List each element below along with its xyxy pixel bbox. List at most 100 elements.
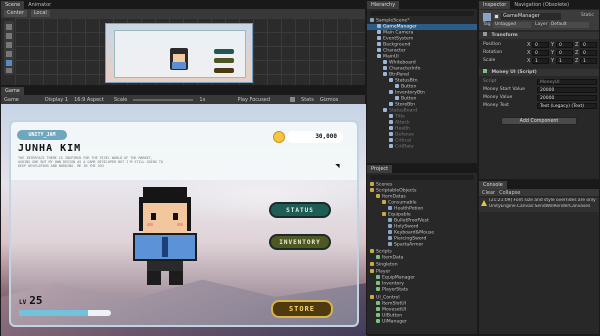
hierarchy-panel: Hierarchy SampleScene* GameManager Main …: [366, 0, 478, 164]
folder-icon: [376, 194, 380, 198]
aspect-select[interactable]: 16:9 Aspect: [74, 97, 104, 103]
console-toolbar: Clear Collapse: [479, 189, 599, 196]
tab-project[interactable]: Project: [367, 165, 393, 173]
tab-game[interactable]: Game: [1, 87, 24, 95]
player-name: JUNHA KIM: [18, 143, 82, 154]
scale-value: 1x: [199, 96, 206, 103]
project-item[interactable]: PlayerStats: [367, 287, 477, 293]
inventory-button[interactable]: INVENTORY: [269, 234, 331, 250]
add-component-button[interactable]: Add Component: [501, 117, 577, 125]
money-start-field[interactable]: 20000: [537, 87, 597, 93]
transform-tool-icon[interactable]: [6, 68, 12, 73]
tag-select[interactable]: Untagged: [493, 22, 531, 28]
position-x-field[interactable]: 0: [532, 42, 549, 48]
gameobject-icon: [377, 36, 381, 40]
game-toolbar: Game Display 1 16:9 Aspect Scale 1x Play…: [1, 95, 365, 104]
rotation-x-field[interactable]: 0: [532, 50, 549, 56]
level-prefix: LV: [19, 299, 27, 306]
xp-bar-fill: [19, 310, 88, 316]
script-icon: [376, 301, 380, 305]
transform-icon: [483, 32, 487, 36]
tab-animator[interactable]: Animator: [24, 1, 56, 9]
money-ui-header[interactable]: Money UI (Script): [479, 69, 599, 76]
rect-tool-icon[interactable]: [6, 60, 12, 66]
asset-icon: [388, 230, 392, 234]
project-item[interactable]: Singleton: [367, 262, 477, 268]
hierarchy-item[interactable]: CritRate: [367, 144, 477, 150]
console-message[interactable]: [21:21:09] Font size and style overrides…: [479, 198, 599, 212]
xp-bar: [19, 310, 111, 316]
object-name-field[interactable]: GameManager: [501, 13, 561, 20]
rotation-z-field[interactable]: 0: [580, 50, 597, 56]
tab-scene[interactable]: Scene: [1, 1, 25, 9]
game-mode-select[interactable]: Game: [4, 97, 19, 103]
pivot-center-button[interactable]: Center: [4, 10, 27, 17]
transform-title: Transform: [491, 33, 518, 38]
transform-header[interactable]: Transform: [479, 32, 599, 39]
active-checkbox[interactable]: [494, 14, 499, 19]
project-panel: Project Scenes ScriptableObjects ItemDat…: [366, 164, 478, 335]
script-icon: [376, 255, 380, 259]
project-item[interactable]: ItemData: [367, 255, 477, 261]
script-icon: [376, 313, 380, 317]
collapse-button[interactable]: Collapse: [499, 190, 520, 196]
gameobject-icon: [383, 66, 387, 70]
gameobject-icon: [395, 96, 399, 100]
tab-inspector[interactable]: Inspector: [479, 1, 511, 9]
pivot-local-button[interactable]: Local: [30, 10, 50, 17]
position-y-field[interactable]: 0: [556, 42, 573, 48]
folder-icon: [370, 182, 374, 186]
script-icon: [376, 281, 380, 285]
store-button[interactable]: STORE: [271, 300, 333, 318]
console-message-line2: UnityEngine.Canvas:SendWillRenderCanvase…: [489, 204, 591, 209]
gold-amount: 30,000: [315, 133, 337, 140]
warning-icon: [481, 200, 487, 206]
tab-hierarchy[interactable]: Hierarchy: [367, 1, 400, 9]
scale-slider[interactable]: [133, 98, 194, 101]
folder-icon: [370, 295, 374, 299]
position-z-field[interactable]: 0: [580, 42, 597, 48]
folder-icon: [382, 212, 386, 216]
rotate-tool-icon[interactable]: [6, 42, 12, 48]
static-toggle[interactable]: Static: [581, 13, 594, 18]
money-ui-title: Money UI (Script): [491, 70, 537, 75]
tag-label: Tag: [483, 22, 491, 27]
gameobject-icon: [389, 120, 393, 124]
gameobject-icon: [389, 132, 393, 136]
gameobject-icon: [383, 72, 387, 76]
rotation-y-field[interactable]: 0: [556, 50, 573, 56]
display-select[interactable]: Display 1: [45, 97, 68, 103]
play-focused-select[interactable]: Play Focused: [238, 97, 271, 103]
hand-tool-icon[interactable]: [6, 24, 12, 30]
status-button[interactable]: STATUS: [269, 202, 331, 218]
tab-console[interactable]: Console: [479, 181, 507, 189]
move-tool-icon[interactable]: [6, 33, 12, 39]
tab-navigation[interactable]: Navigation (Obsolete): [510, 1, 574, 9]
money-value-field[interactable]: 20000: [537, 95, 597, 101]
scale-x-field[interactable]: 1: [532, 58, 549, 64]
gizmos-button[interactable]: Gizmos: [320, 97, 338, 103]
stats-button[interactable]: Stats: [301, 97, 314, 103]
gameobject-icon: [383, 108, 387, 112]
game-panel: Game Game Display 1 16:9 Aspect Scale 1x…: [0, 86, 367, 336]
scale-tool-icon[interactable]: [6, 51, 12, 57]
folder-icon: [370, 249, 374, 253]
script-icon: [376, 275, 380, 279]
hierarchy-tree: SampleScene* GameManager Main Camera Eve…: [367, 18, 477, 163]
project-tree: Scenes ScriptableObjects ItemDatas Consu…: [367, 182, 477, 334]
project-item[interactable]: SpartaArmor: [367, 242, 477, 248]
scale-y-field[interactable]: 1: [556, 58, 573, 64]
scale-z-field[interactable]: 1: [580, 58, 597, 64]
scene-preview-btn-3: [214, 68, 234, 73]
script-icon: [376, 319, 380, 323]
clear-button[interactable]: Clear: [482, 190, 495, 196]
object-header: GameManager Static Tag Untagged Layer De…: [479, 10, 599, 30]
project-item[interactable]: UIManager: [367, 319, 477, 325]
money-text-field[interactable]: Text (Legacy) (Text): [537, 103, 597, 109]
hierarchy-search[interactable]: [370, 11, 474, 16]
layer-select[interactable]: Default: [549, 22, 589, 28]
script-field: MoneyUI: [537, 79, 597, 85]
gameobject-icon: [377, 54, 381, 58]
mute-icon[interactable]: [290, 97, 296, 102]
project-search[interactable]: [370, 175, 474, 180]
